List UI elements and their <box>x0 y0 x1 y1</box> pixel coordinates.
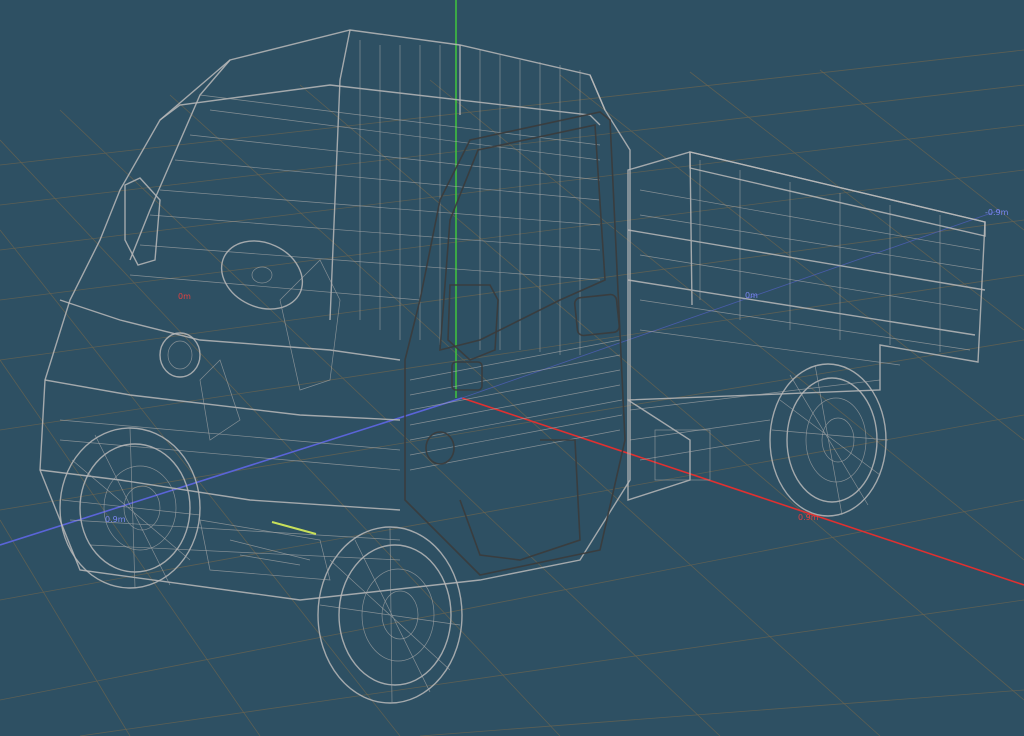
rear-wheel <box>769 363 889 517</box>
x-small-label: 0m <box>178 292 191 301</box>
front-left-wheel <box>59 427 201 589</box>
z-near-label: 0.9m <box>105 515 126 524</box>
ground-grid <box>0 49 1024 736</box>
cab-door <box>404 111 626 576</box>
z-small-label: 0m <box>745 291 758 300</box>
axis-readouts: -0.9m 0.9m 0m 0m 0.9m <box>105 208 1009 524</box>
viewport-canvas[interactable]: -0.9m 0.9m 0m 0m 0.9m <box>0 0 1024 736</box>
front-right-wheel <box>317 526 463 704</box>
cab <box>39 29 631 601</box>
x-near-label: 0.9m <box>798 513 819 522</box>
3d-viewport[interactable]: -0.9m 0.9m 0m 0m 0.9m <box>0 0 1024 736</box>
z-far-label: -0.9m <box>985 208 1009 217</box>
